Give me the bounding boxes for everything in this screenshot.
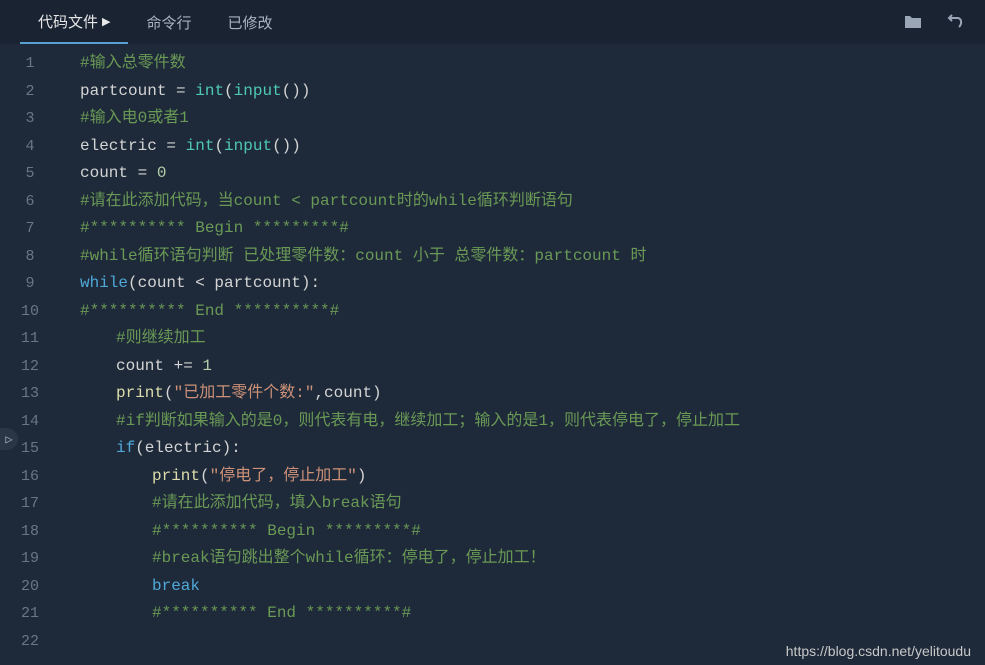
code-line: #********** End **********#	[80, 600, 985, 628]
code-line: #输入电0或者1	[80, 105, 985, 133]
line-number: 7	[0, 215, 60, 243]
line-number: 17	[0, 490, 60, 518]
watermark: https://blog.csdn.net/yelitoudu	[786, 643, 971, 659]
line-number: 4	[0, 133, 60, 161]
code-line: #请在此添加代码，当count < partcount时的while循环判断语句	[80, 188, 985, 216]
code-line: if(electric):	[80, 435, 985, 463]
line-number: 1	[0, 50, 60, 78]
code-line: electric = int(input())	[80, 133, 985, 161]
tab-command-line[interactable]: 命令行	[128, 0, 209, 44]
line-number: 12	[0, 353, 60, 381]
code-line: partcount = int(input())	[80, 78, 985, 106]
code-line: #请在此添加代码，填入break语句	[80, 490, 985, 518]
code-line: #break语句跳出整个while循环：停电了，停止加工！	[80, 545, 985, 573]
code-line: #if判断如果输入的是0，则代表有电，继续加工；输入的是1，则代表停电了，停止加…	[80, 408, 985, 436]
tab-code-file[interactable]: 代码文件 ▶	[20, 0, 128, 44]
code-line: count += 1	[80, 353, 985, 381]
play-icon: ▶	[102, 15, 110, 28]
code-line: print("已加工零件个数:",count)	[80, 380, 985, 408]
line-number: 16	[0, 463, 60, 491]
folder-icon[interactable]	[903, 14, 923, 30]
line-number: 11	[0, 325, 60, 353]
tab-modified-label: 已修改	[228, 12, 273, 33]
tab-modified[interactable]: 已修改	[210, 0, 291, 44]
code-line: #while循环语句判断 已处理零件数：count 小于 总零件数：partco…	[80, 243, 985, 271]
line-number: 13	[0, 380, 60, 408]
line-number: 2	[0, 78, 60, 106]
code-line: #输入总零件数	[80, 50, 985, 78]
code-line: while(count < partcount):	[80, 270, 985, 298]
tab-code-file-label: 代码文件	[38, 11, 98, 32]
code-line: #********** End **********#	[80, 298, 985, 326]
line-number: 9	[0, 270, 60, 298]
tab-command-line-label: 命令行	[146, 12, 191, 33]
tab-bar: 代码文件 ▶ 命令行 已修改	[0, 0, 985, 44]
line-number: 18	[0, 518, 60, 546]
line-number: 19	[0, 545, 60, 573]
code-line: print("停电了，停止加工")	[80, 463, 985, 491]
code-line: break	[80, 573, 985, 601]
line-number-gutter: 12345678910111213141516171819202122	[0, 44, 60, 665]
code-line: #则继续加工	[80, 325, 985, 353]
line-number: 21	[0, 600, 60, 628]
line-number: 10	[0, 298, 60, 326]
code-area[interactable]: #输入总零件数partcount = int(input())#输入电0或者1e…	[60, 44, 985, 665]
undo-icon[interactable]	[945, 14, 965, 30]
line-number: 5	[0, 160, 60, 188]
line-number: 6	[0, 188, 60, 216]
code-editor[interactable]: 12345678910111213141516171819202122 #输入总…	[0, 44, 985, 665]
code-line: #********** Begin *********#	[80, 518, 985, 546]
line-number: 8	[0, 243, 60, 271]
code-line: #********** Begin *********#	[80, 215, 985, 243]
code-line: count = 0	[80, 160, 985, 188]
line-number: 20	[0, 573, 60, 601]
line-number: 22	[0, 628, 60, 656]
line-number: 3	[0, 105, 60, 133]
